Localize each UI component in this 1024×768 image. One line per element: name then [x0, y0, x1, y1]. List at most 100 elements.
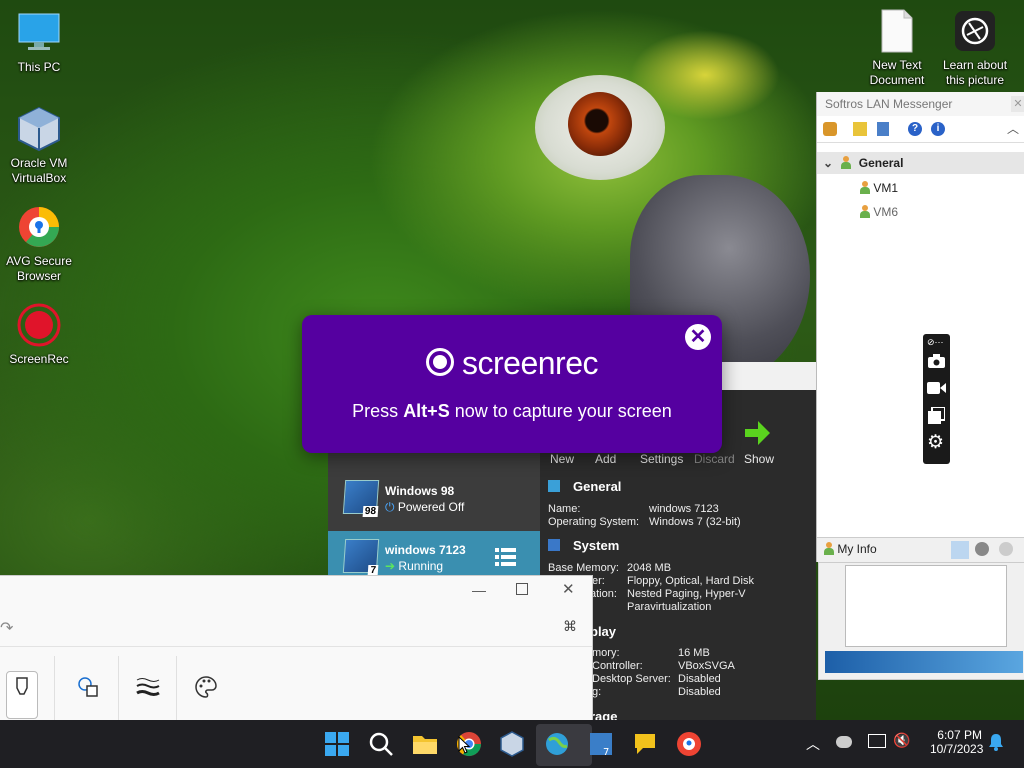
- virtualbox-taskbar-icon[interactable]: [498, 730, 526, 758]
- shapes-icon[interactable]: [77, 676, 99, 698]
- virtualbox-titlebar[interactable]: [708, 362, 816, 390]
- power-off-icon: ⏻: [385, 500, 395, 514]
- contact-item[interactable]: VM1: [859, 181, 898, 195]
- group-general[interactable]: ⌄ General: [817, 152, 1024, 174]
- discard-button[interactable]: Discard: [694, 452, 735, 466]
- storage-heading: rage: [590, 709, 618, 720]
- clock-time: 6:07 PM: [937, 728, 982, 742]
- close-icon[interactable]: ✕: [1011, 96, 1024, 112]
- windows-os-icon: 7: [342, 539, 380, 576]
- help-icon[interactable]: ?: [908, 122, 922, 136]
- clock[interactable]: 6:07 PM 10/7/2023: [930, 728, 983, 756]
- start-windows-icon[interactable]: [323, 730, 351, 758]
- globe-app-icon[interactable]: [543, 730, 571, 758]
- minimize-icon[interactable]: —: [472, 582, 486, 598]
- options-icon[interactable]: [823, 122, 837, 136]
- acceleration-value-2: Paravirtualization: [627, 601, 712, 613]
- desktop-icon-virtualbox[interactable]: Oracle VM VirtualBox: [0, 106, 78, 186]
- vm-state-text: Powered Off: [397, 500, 465, 514]
- settings-button[interactable]: Settings: [640, 452, 683, 466]
- my-info-button[interactable]: My Info: [823, 542, 877, 556]
- name-value: windows 7123: [649, 503, 719, 515]
- vm-state-text: Running: [398, 559, 444, 573]
- network-icon[interactable]: [868, 734, 886, 748]
- history-icon[interactable]: [877, 122, 889, 136]
- general-heading: General: [573, 479, 622, 494]
- screenrec-toolbar: ⊘⋯ ⚙: [923, 334, 950, 464]
- camera-icon[interactable]: [928, 354, 945, 368]
- user-icon: [823, 542, 834, 555]
- onedrive-icon[interactable]: [836, 736, 852, 748]
- screenrec-logo-text: screenrec: [462, 345, 599, 381]
- desktop-icon-new-text-document[interactable]: New Text Document: [858, 8, 936, 88]
- show-arrow-icon[interactable]: [742, 418, 772, 448]
- close-icon[interactable]: ✕: [562, 580, 575, 598]
- palette-icon[interactable]: [194, 675, 218, 699]
- text-document-icon: [874, 8, 920, 54]
- vm-state: ➔ Running: [385, 559, 443, 573]
- share-icon[interactable]: ⌘: [563, 618, 577, 635]
- redo-icon[interactable]: ↷: [0, 618, 13, 638]
- notification-bell-icon[interactable]: [988, 733, 1004, 751]
- windows-os-icon: 98: [342, 480, 380, 517]
- boot-order-label: er:: [592, 575, 605, 587]
- line-width-icon[interactable]: [136, 676, 160, 698]
- gear-icon[interactable]: ⚙: [927, 433, 944, 452]
- file-explorer-icon[interactable]: [411, 730, 439, 758]
- record-icon: [426, 348, 454, 376]
- search-icon[interactable]: [367, 730, 395, 758]
- show-button[interactable]: Show: [744, 452, 774, 466]
- desktop-icon-label: ScreenRec: [9, 352, 69, 366]
- desktop-icon-label: New Text Document: [869, 58, 925, 87]
- desktop-icon-avg-browser[interactable]: AVG Secure Browser: [0, 204, 78, 284]
- vm-item-windows98[interactable]: 98 Windows 98 ⏻ Powered Off: [328, 472, 540, 524]
- status-online-icon[interactable]: [951, 541, 969, 559]
- monitor-icon: [16, 10, 62, 56]
- desktop-icon-label: AVG Secure Browser: [6, 254, 72, 283]
- chevron-up-icon[interactable]: ︿: [806, 734, 820, 754]
- ribbon-separator: [176, 656, 177, 720]
- system-heading: System: [573, 538, 620, 553]
- graphics-controller-label: Controller:: [592, 660, 643, 672]
- more-icon[interactable]: ⊘⋯: [927, 337, 944, 348]
- user-icon: [859, 205, 870, 218]
- speaker-muted-icon[interactable]: 🔇: [893, 732, 910, 749]
- avg-browser-taskbar-icon[interactable]: [675, 730, 703, 758]
- name-label: Name:: [548, 503, 581, 515]
- hint-shortcut: Alt+S: [403, 401, 450, 421]
- desktop-icon-learn-about-picture[interactable]: Learn about this picture: [936, 8, 1014, 88]
- gallery-icon[interactable]: [928, 406, 946, 424]
- windows7-vm-icon[interactable]: 7: [587, 730, 615, 758]
- wallpaper-parrot-eye: [568, 92, 632, 156]
- taskbar: 7 ︿ 🔇 6:07 PM 10/7/2023: [0, 720, 1024, 768]
- hint-prefix: Press: [352, 401, 404, 421]
- desktop-icon-this-pc[interactable]: This PC: [0, 10, 78, 75]
- brush-icon[interactable]: [6, 671, 38, 719]
- maximize-icon[interactable]: [516, 583, 528, 595]
- video-memory-label: mory:: [592, 647, 620, 659]
- new-button[interactable]: New: [550, 452, 574, 466]
- capture-hint: Press Alt+S now to capture your screen: [302, 401, 722, 422]
- folder-icon[interactable]: [853, 122, 867, 136]
- acceleration-value: Nested Paging, Hyper-V: [627, 588, 746, 600]
- vm-thumbnail-preview[interactable]: [818, 562, 1024, 680]
- messenger-taskbar-icon[interactable]: [631, 730, 659, 758]
- status-away-icon[interactable]: [975, 542, 989, 556]
- avg-browser-icon: [16, 204, 62, 250]
- status-offline-icon[interactable]: [999, 542, 1013, 556]
- contact-item[interactable]: VM6: [859, 205, 898, 219]
- contact-label: VM6: [873, 205, 899, 219]
- my-info-label: My Info: [837, 542, 877, 556]
- messenger-window: Softros LAN Messenger ✕ ? i ︿ ⌄ General …: [816, 92, 1024, 562]
- general-section-icon: [548, 480, 560, 492]
- group-label: General: [858, 156, 904, 170]
- video-record-icon[interactable]: [927, 381, 946, 395]
- chevron-up-icon[interactable]: ︿: [1007, 120, 1019, 137]
- video-memory-value: 16 MB: [678, 647, 710, 659]
- add-button[interactable]: Add: [595, 452, 616, 466]
- paint-window: — ✕ ↷ ⌘: [0, 575, 593, 722]
- desktop-icon-screenrec[interactable]: ScreenRec: [0, 302, 78, 367]
- vm-details-menu-icon[interactable]: [494, 545, 518, 569]
- messenger-toolbar: ? i ︿: [817, 116, 1024, 143]
- info-icon[interactable]: i: [931, 122, 945, 136]
